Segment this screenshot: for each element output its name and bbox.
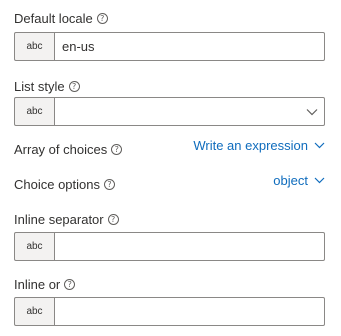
info-icon[interactable]: ?	[107, 214, 119, 225]
default-locale-type-badge: abc	[14, 32, 55, 61]
default-locale-input-row: abc en-us	[14, 32, 325, 61]
list-style-input-row: abc	[14, 97, 325, 126]
object-dropdown[interactable]: object	[273, 173, 325, 188]
object-label: object	[273, 173, 308, 188]
chevron-down-icon	[314, 142, 325, 149]
info-icon[interactable]: ?	[64, 279, 76, 290]
write-expression-label: Write an expression	[193, 138, 308, 153]
choice-options-row: Choice options ? object	[14, 173, 325, 193]
info-icon[interactable]: ?	[68, 81, 80, 92]
write-expression-dropdown[interactable]: Write an expression	[193, 138, 325, 153]
inline-separator-input-row: abc	[14, 232, 325, 261]
inline-or-label-row: Inline or ?	[14, 276, 325, 293]
inline-separator-label-row: Inline separator ?	[14, 211, 325, 228]
inline-or-label: Inline or	[14, 277, 61, 292]
inline-or-type-badge: abc	[14, 297, 55, 326]
inline-or-input[interactable]	[55, 297, 325, 326]
info-icon[interactable]: ?	[104, 179, 115, 190]
default-locale-field: Default locale ? abc en-us	[14, 10, 325, 61]
default-locale-label-row: Default locale ?	[14, 10, 325, 27]
inline-separator-input[interactable]	[55, 232, 325, 261]
list-style-dropdown[interactable]	[55, 97, 325, 126]
choice-options-label-row: Choice options ?	[14, 176, 115, 193]
list-style-type-badge: abc	[14, 97, 55, 126]
info-icon[interactable]: ?	[111, 144, 123, 155]
properties-panel: Default locale ? abc en-us List style ? …	[0, 0, 341, 336]
list-style-field: List style ? abc	[14, 78, 325, 126]
inline-or-field: Inline or ? abc	[14, 276, 325, 326]
default-locale-label: Default locale	[14, 11, 93, 26]
default-locale-input[interactable]: en-us	[55, 32, 325, 61]
info-icon[interactable]: ?	[96, 13, 108, 24]
chevron-down-icon	[314, 177, 325, 184]
list-style-label: List style	[14, 79, 65, 94]
choice-options-label: Choice options	[14, 177, 100, 192]
array-of-choices-label: Array of choices	[14, 142, 108, 157]
inline-separator-type-badge: abc	[14, 232, 55, 261]
array-of-choices-label-row: Array of choices ?	[14, 141, 123, 158]
inline-separator-field: Inline separator ? abc	[14, 211, 325, 261]
inline-separator-label: Inline separator	[14, 212, 104, 227]
inline-or-input-row: abc	[14, 297, 325, 326]
chevron-down-icon[interactable]	[306, 103, 318, 121]
array-of-choices-row: Array of choices ? Write an expression	[14, 138, 325, 158]
list-style-label-row: List style ?	[14, 78, 325, 95]
